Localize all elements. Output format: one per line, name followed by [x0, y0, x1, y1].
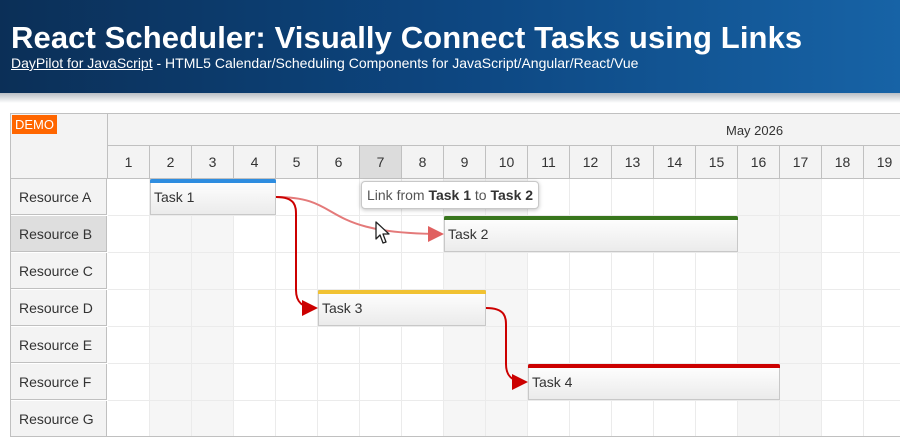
task-task-4[interactable]: Task 4	[528, 364, 780, 400]
day-header-15[interactable]: 15	[696, 146, 738, 178]
day-header-9[interactable]: 9	[444, 146, 486, 178]
subtitle-text: - HTML5 Calendar/Scheduling Components f…	[152, 55, 639, 71]
day-header-7[interactable]: 7	[360, 146, 402, 178]
task-task-2[interactable]: Task 2	[444, 216, 738, 252]
day-header-10[interactable]: 10	[486, 146, 528, 178]
day-header-14[interactable]: 14	[654, 146, 696, 178]
scheduler[interactable]: DEMO May 2026 1 2 3 4 5 6 7 8 9 10 11 12 13 14 15 16 17 1…	[10, 113, 900, 437]
task-task-1[interactable]: Task 1	[150, 179, 276, 215]
day-header-19[interactable]: 19	[864, 146, 900, 178]
grid-row	[108, 364, 900, 401]
resource-row-resource-a[interactable]: Resource A	[11, 179, 107, 215]
resource-row-resource-b[interactable]: Resource B	[11, 216, 107, 252]
month-label: May 2026	[726, 123, 784, 138]
grid-row	[108, 327, 900, 364]
task-color-bar	[150, 179, 276, 183]
day-header-1[interactable]: 1	[108, 146, 150, 178]
resource-row-resource-c[interactable]: Resource C	[11, 253, 107, 289]
daypilot-link[interactable]: DayPilot for JavaScript	[11, 55, 153, 71]
page-header: React Scheduler: Visually Connect Tasks …	[0, 0, 900, 93]
day-header-8[interactable]: 8	[402, 146, 444, 178]
page-subtitle: DayPilot for JavaScript - HTML5 Calendar…	[11, 55, 638, 71]
day-header-2[interactable]: 2	[150, 146, 192, 178]
tooltip-from: Task 1	[428, 187, 472, 203]
task-label: Task 3	[322, 300, 363, 316]
day-header-17[interactable]: 17	[780, 146, 822, 178]
resource-row-resource-g[interactable]: Resource G	[11, 401, 107, 436]
link-tooltip: Link from Task 1 to Task 2	[361, 181, 540, 209]
task-task-3[interactable]: Task 3	[318, 290, 486, 326]
task-color-bar	[318, 290, 486, 294]
day-header-6[interactable]: 6	[318, 146, 360, 178]
month-header: May 2026	[108, 114, 900, 146]
scheduler-corner: DEMO	[11, 114, 108, 179]
day-header-18[interactable]: 18	[822, 146, 864, 178]
tooltip-middle: to	[471, 187, 491, 203]
day-header: 1 2 3 4 5 6 7 8 9 10 11 12 13 14 15 16 17 18 19	[108, 146, 900, 179]
task-label: Task 2	[448, 226, 489, 242]
mouse-cursor-icon	[375, 221, 390, 244]
header-shadow	[0, 93, 900, 103]
day-header-4[interactable]: 4	[234, 146, 276, 178]
day-header-16[interactable]: 16	[738, 146, 780, 178]
resource-row-resource-e[interactable]: Resource E	[11, 327, 107, 363]
resource-row-resource-f[interactable]: Resource F	[11, 364, 107, 400]
task-label: Task 4	[532, 374, 573, 390]
day-header-13[interactable]: 13	[612, 146, 654, 178]
grid-row	[108, 401, 900, 436]
tooltip-prefix: Link from	[367, 187, 429, 203]
grid-row	[108, 290, 900, 327]
task-color-bar	[444, 216, 738, 220]
day-header-11[interactable]: 11	[528, 146, 570, 178]
tooltip-to: Task 2	[490, 187, 534, 203]
page-title: React Scheduler: Visually Connect Tasks …	[11, 20, 803, 55]
demo-badge: DEMO	[12, 115, 57, 134]
scheduler-grid[interactable]: Task 1 Task 2 Task 3 Task 4	[108, 179, 900, 436]
task-label: Task 1	[154, 189, 195, 205]
grid-row	[108, 253, 900, 290]
day-header-5[interactable]: 5	[276, 146, 318, 178]
day-header-12[interactable]: 12	[570, 146, 612, 178]
task-color-bar	[528, 364, 780, 368]
day-header-3[interactable]: 3	[192, 146, 234, 178]
resource-row-resource-d[interactable]: Resource D	[11, 290, 107, 326]
